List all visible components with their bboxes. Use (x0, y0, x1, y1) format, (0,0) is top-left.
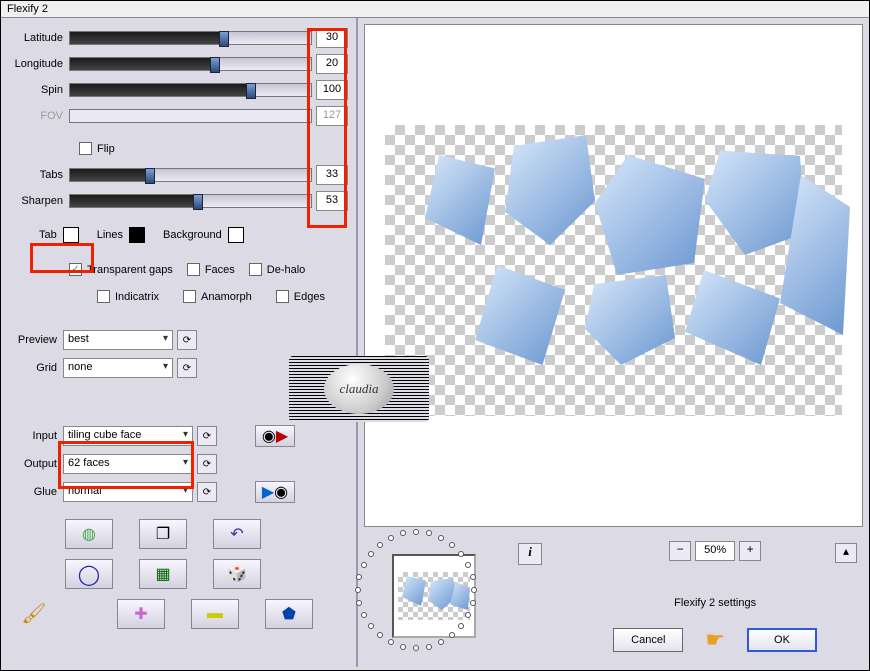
tab-color-label: Tab (39, 229, 57, 241)
brick-icon: ▬ (207, 605, 223, 623)
longitude-slider[interactable] (69, 57, 312, 71)
transparent-gaps-checkbox[interactable]: ✓Transparent gaps (69, 263, 173, 276)
copy-icon: ❐ (156, 524, 170, 544)
edges-label: Edges (294, 291, 325, 303)
watermark-text: claudia (324, 364, 394, 414)
output-label: Output (9, 458, 63, 470)
fov-label: FOV (9, 110, 69, 122)
flip-checkbox[interactable]: Flip (79, 142, 115, 155)
ok-button[interactable]: OK (747, 628, 817, 652)
output-reset-button[interactable]: ⟳ (197, 454, 217, 474)
latitude-slider[interactable] (69, 31, 312, 45)
plus-button[interactable]: ✚ (117, 599, 165, 629)
window-title: Flexify 2 (1, 1, 869, 18)
expand-button[interactable]: ▴ (835, 543, 857, 563)
undo-button[interactable]: ↶ (213, 519, 261, 549)
preview-reset-button[interactable]: ⟳ (177, 330, 197, 350)
faces-checkbox[interactable]: Faces (187, 263, 235, 276)
latitude-label: Latitude (9, 32, 69, 44)
sharpen-label: Sharpen (9, 195, 69, 207)
torus-icon: ◯ (78, 562, 100, 587)
lines-color-swatch[interactable] (129, 227, 145, 243)
longitude-value[interactable]: 20 (316, 54, 348, 74)
sharpen-slider[interactable] (69, 194, 312, 208)
undo-icon: ↶ (230, 524, 243, 544)
tabs-value[interactable]: 33 (316, 165, 348, 185)
preview-label: Preview (9, 334, 63, 346)
zoom-value[interactable]: 50% (695, 541, 735, 561)
zoom-out-button[interactable]: − (669, 541, 691, 561)
paint-button[interactable]: 🖌 (17, 599, 51, 627)
indicatrix-checkbox[interactable]: Indicatrix (97, 290, 159, 303)
copy-button[interactable]: ❐ (139, 519, 187, 549)
dehalo-checkbox[interactable]: De-halo (249, 263, 306, 276)
grid-select[interactable]: none (63, 358, 173, 378)
indicatrix-label: Indicatrix (115, 291, 159, 303)
glue-reset-button[interactable]: ⟳ (197, 482, 217, 502)
lines-color-label: Lines (97, 229, 123, 241)
torus-button[interactable]: ◯ (65, 559, 113, 589)
info-button[interactable]: i (518, 543, 542, 565)
controls-panel: Latitude 30 Longitude 20 Spin 100 FOV 12… (1, 18, 358, 667)
zoom-in-button[interactable]: + (739, 541, 761, 561)
brick-button[interactable]: ▬ (191, 599, 239, 629)
tab-color-swatch[interactable] (63, 227, 79, 243)
paint-icon: 🖌 (21, 601, 46, 626)
settings-label: Flexify 2 settings (674, 597, 756, 609)
play-icon: ▶ (276, 426, 288, 446)
play-record-button[interactable]: ▶◉ (255, 481, 295, 503)
disc-icon: ◉ (262, 426, 276, 446)
pointer-hand-icon: ☛ (705, 627, 725, 653)
anamorph-checkbox[interactable]: Anamorph (183, 290, 252, 303)
play-icon: ▶ (262, 482, 274, 502)
spin-label: Spin (9, 84, 69, 96)
background-color-label: Background (163, 229, 222, 241)
globe-button[interactable]: ◍ (65, 519, 113, 549)
preview-select[interactable]: best (63, 330, 173, 350)
grid-reset-button[interactable]: ⟳ (177, 358, 197, 378)
transparent-gaps-label: Transparent gaps (87, 264, 173, 276)
latitude-value[interactable]: 30 (316, 28, 348, 48)
square-icon: ▦ (155, 564, 170, 584)
globe-icon: ◍ (82, 524, 96, 544)
spin-value[interactable]: 100 (316, 80, 348, 100)
edges-checkbox[interactable]: Edges (276, 290, 325, 303)
preview-canvas[interactable] (364, 24, 863, 527)
gem-icon: ⬟ (282, 604, 296, 624)
fov-value: 127 (316, 106, 348, 126)
tabs-label: Tabs (9, 169, 69, 181)
dice-button[interactable]: 🎲 (213, 559, 261, 589)
dehalo-label: De-halo (267, 264, 306, 276)
background-color-swatch[interactable] (228, 227, 244, 243)
tabs-slider[interactable] (69, 168, 312, 182)
output-select[interactable]: 62 faces (63, 454, 193, 474)
dice-icon: 🎲 (227, 564, 247, 584)
watermark: claudia (289, 356, 429, 422)
disc-icon: ◉ (274, 482, 288, 502)
square-button[interactable]: ▦ (139, 559, 187, 589)
glue-select[interactable]: normal (63, 482, 193, 502)
input-reset-button[interactable]: ⟳ (197, 426, 217, 446)
flip-label: Flip (97, 143, 115, 155)
cancel-button[interactable]: Cancel (613, 628, 683, 652)
input-label: Input (9, 430, 63, 442)
longitude-label: Longitude (9, 58, 69, 70)
input-select[interactable]: tiling cube face (63, 426, 193, 446)
progress-ring (351, 525, 481, 655)
spin-slider[interactable] (69, 83, 312, 97)
faces-label: Faces (205, 264, 235, 276)
plus-icon: ✚ (134, 604, 147, 624)
grid-label: Grid (9, 362, 63, 374)
gem-button[interactable]: ⬟ (265, 599, 313, 629)
fov-slider (69, 109, 312, 123)
glue-label: Glue (9, 486, 63, 498)
sharpen-value[interactable]: 53 (316, 191, 348, 211)
anamorph-label: Anamorph (201, 291, 252, 303)
record-play-button[interactable]: ◉▶ (255, 425, 295, 447)
